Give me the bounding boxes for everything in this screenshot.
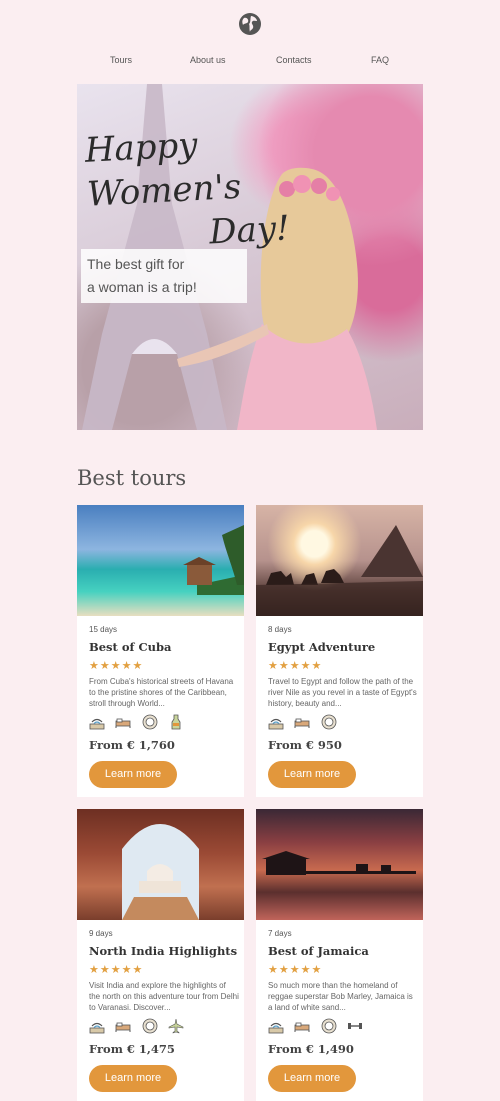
tour-description: From Cuba's historical streets of Havana… <box>89 677 234 708</box>
hero-caption-line1: The best gift for <box>87 256 185 272</box>
tour-name[interactable]: Best of Jamaica <box>268 944 369 958</box>
tour-name[interactable]: North India Highlights <box>89 944 237 958</box>
tour-description: So much more than the homeland of reggae… <box>268 981 413 1012</box>
tour-duration: 7 days <box>268 929 292 938</box>
pyramid-illustration <box>256 525 423 616</box>
meal-icon <box>142 714 158 730</box>
learn-more-button[interactable]: Learn more <box>89 761 177 788</box>
drink-icon <box>168 714 184 730</box>
tour-photo-india[interactable] <box>77 809 244 920</box>
learn-more-button[interactable]: Learn more <box>268 1065 356 1092</box>
taj-mahal-illustration <box>122 824 199 920</box>
hero-title: Happy Women's Day! <box>84 115 351 260</box>
tour-rating-stars: ★★★★★ <box>89 660 144 672</box>
meal-icon <box>321 1018 337 1034</box>
wifi-icon <box>268 1018 284 1034</box>
top-nav: Tours About us Contacts FAQ <box>77 55 423 69</box>
learn-more-button[interactable]: Learn more <box>89 1065 177 1092</box>
tour-duration: 9 days <box>89 929 113 938</box>
tour-photo-jamaica[interactable] <box>256 809 423 920</box>
tour-rating-stars: ★★★★★ <box>268 660 323 672</box>
tour-rating-stars: ★★★★★ <box>89 964 144 976</box>
tour-rating-stars: ★★★★★ <box>268 964 323 976</box>
bed-icon <box>115 714 131 730</box>
wifi-icon <box>268 714 284 730</box>
tour-card-jamaica: 7 days Best of Jamaica ★★★★★ So much mor… <box>256 809 423 1101</box>
nav-link-faq[interactable]: FAQ <box>371 55 389 65</box>
nav-link-about-us[interactable]: About us <box>190 55 226 65</box>
wifi-icon <box>89 1018 105 1034</box>
meal-icon <box>321 714 337 730</box>
tour-description: Visit India and explore the highlights o… <box>89 981 239 1012</box>
tour-duration: 8 days <box>268 625 292 634</box>
tour-price: From € 1,490 <box>268 1042 354 1056</box>
tour-name[interactable]: Egypt Adventure <box>268 640 375 654</box>
tour-card-cuba: 15 days Best of Cuba ★★★★★ From Cuba's h… <box>77 505 244 797</box>
bed-icon <box>294 1018 310 1034</box>
beach-illustration <box>183 525 244 595</box>
tour-photo-egypt[interactable] <box>256 505 423 616</box>
tour-amenities <box>268 713 343 731</box>
tour-price: From € 950 <box>268 738 342 752</box>
nav-link-tours[interactable]: Tours <box>110 55 132 65</box>
hero-title-line1: Happy Women's <box>83 124 243 215</box>
gym-icon <box>347 1018 363 1034</box>
pier-sunset-illustration <box>262 851 416 875</box>
tour-amenities <box>268 1017 369 1035</box>
hero-caption-line2: a woman is a trip! <box>87 279 197 295</box>
tour-card-india: 9 days North India Highlights ★★★★★ Visi… <box>77 809 244 1101</box>
wifi-icon <box>89 714 105 730</box>
plane-icon <box>168 1018 184 1034</box>
email-page: Tours About us Contacts FAQ Happy Women'… <box>0 0 500 1101</box>
tour-duration: 15 days <box>89 625 118 634</box>
nav-link-contacts[interactable]: Contacts <box>276 55 312 65</box>
hero-banner[interactable]: Happy Women's Day! The best gift for a w… <box>77 84 423 430</box>
tour-amenities <box>89 1017 190 1035</box>
learn-more-button[interactable]: Learn more <box>268 761 356 788</box>
tour-price: From € 1,475 <box>89 1042 175 1056</box>
section-title: Best tours <box>77 466 187 490</box>
tour-amenities <box>89 713 190 731</box>
tour-photo-cuba[interactable] <box>77 505 244 616</box>
tour-description: Travel to Egypt and follow the path of t… <box>268 677 417 708</box>
hero-caption: The best gift for a woman is a trip! <box>81 249 247 303</box>
bed-icon <box>115 1018 131 1034</box>
bed-icon <box>294 714 310 730</box>
tour-price: From € 1,760 <box>89 738 175 752</box>
globe-icon <box>239 13 261 35</box>
meal-icon <box>142 1018 158 1034</box>
tour-name[interactable]: Best of Cuba <box>89 640 171 654</box>
tour-card-egypt: 8 days Egypt Adventure ★★★★★ Travel to E… <box>256 505 423 797</box>
